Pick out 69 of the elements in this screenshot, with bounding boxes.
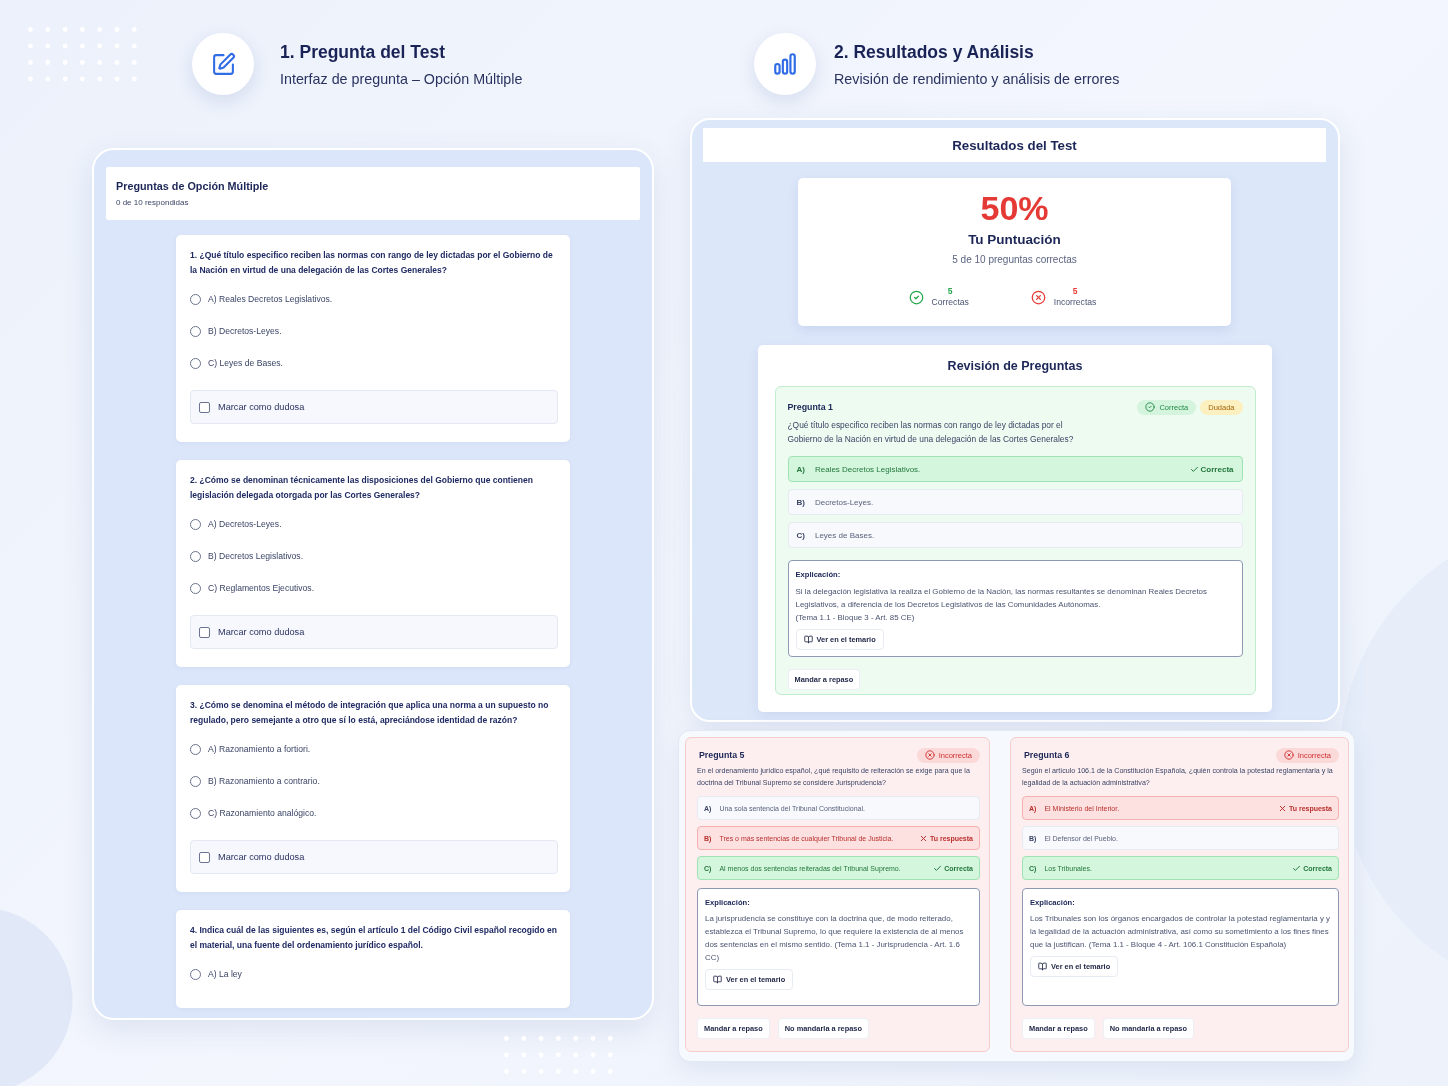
option-label: C) Razonamiento analógico. [208,807,317,819]
results-title: Resultados del Test [952,137,1077,153]
section-subtitle: Revisión de rendimiento y análisis de errores [834,70,1120,88]
radio-button[interactable] [190,293,201,305]
radio-button[interactable] [190,357,201,369]
section-title: 2. Resultados y Análisis [834,40,1035,63]
option-label: B) Razonamiento a contrario. [208,775,320,787]
question-number: Pregunta 5 [698,750,745,760]
check-circle-icon [1145,402,1156,412]
option-letter: A) [796,464,805,474]
option-label: A) Reales Decretos Legislativos. [208,293,333,305]
radio-button[interactable] [190,325,201,337]
review-title: Revisión de Preguntas [947,358,1083,374]
score-percentage: 50% [980,191,1049,225]
x-circle-icon [1283,750,1294,760]
option-text: Decretos-Leyes. [814,497,875,507]
check-icon [933,863,943,873]
question-text: 1. ¿Qué título especifico reciben las normas con rango de ley dictadas por el Gobierno de la Nación en virtud de una delegación de las Cortes Generales? [190,249,554,277]
radio-button[interactable] [190,743,201,755]
option-letter: B) [796,497,805,507]
stat-count: 5 [1072,286,1078,297]
score-label: Tu Puntuación [968,232,1061,248]
x-circle-icon [1030,289,1046,305]
quiz-title: Preguntas de Opción Múltiple [116,179,270,193]
stat-label: Incorrectas [1053,297,1097,308]
option-label: C) Reglamentos Ejecutivos. [208,582,315,594]
option-label: B) Decretos-Leyes. [208,325,282,337]
radio-button[interactable] [190,775,201,787]
option-label: A) Decretos-Leyes. [208,518,282,530]
doubt-toggle[interactable]: Marcar como dudosa [190,840,558,874]
x-circle-icon [924,750,935,760]
cross-icon [918,833,928,843]
checkbox[interactable] [199,851,210,863]
question-text: 4. Indica cuál de las siguientes es, según el artículo 1 del Código Civil español recogido en el material, una fuente del ordenamiento jurídico español. [190,924,558,952]
stat-count: 5 [947,286,953,297]
answered-count: 0 de 10 respondidas [116,197,190,208]
option-text: Leyes de Bases. [814,530,876,540]
cross-icon [1277,803,1287,813]
check-circle-icon [908,289,924,305]
radio-button[interactable] [190,968,201,980]
score-summary: 5 de 10 preguntas correctas [952,254,1077,266]
question-text: 2. ¿Cómo se denominan técnicamente las disposiciones del Gobierno que contienen legislación delegada otorgada por las Cortes Generales? [190,474,534,502]
check-icon [1189,464,1199,474]
question-number: Pregunta 1 [787,402,833,412]
doubt-toggle[interactable]: Marcar como dudosa [190,390,558,424]
book-icon [1038,962,1047,971]
option-label: A) La ley [208,968,242,980]
question-number: Pregunta 6 [1023,750,1070,760]
section-subtitle: Interfaz de pregunta – Opción Múltiple [280,70,523,88]
radio-button[interactable] [190,518,201,530]
checkbox[interactable] [199,401,210,413]
checkbox[interactable] [199,626,210,638]
question-text: 3. ¿Cómo se denomina el método de integración que aplica una norma a un supuesto no regulado, pero semejante a otro que sí lo está, apreciándose identidad de razón? [190,699,550,727]
option-letter: C) [796,530,805,540]
book-icon [713,975,722,984]
option-label: C) Leyes de Bases. [208,357,283,369]
section-title: 1. Pregunta del Test [280,40,446,63]
check-icon [1292,863,1302,873]
doubt-toggle[interactable]: Marcar como dudosa [190,615,558,649]
stat-label: Correctas [931,297,969,308]
option-label: A) Razonamiento a fortiori. [208,743,311,755]
question-text: ¿Qué título especifico reciben las normas con rango de ley dictadas por el Gobierno de la Nación en virtud de una delegación de las Cortes Generales? [787,419,1075,446]
book-icon [803,635,813,644]
option-label: B) Decretos Legislativos. [208,550,304,562]
radio-button[interactable] [190,807,201,819]
option-text: Reales Decretos Legislativos. [814,464,922,474]
radio-button[interactable] [190,582,201,594]
radio-button[interactable] [190,550,201,562]
result-label: Correcta [1200,464,1234,474]
